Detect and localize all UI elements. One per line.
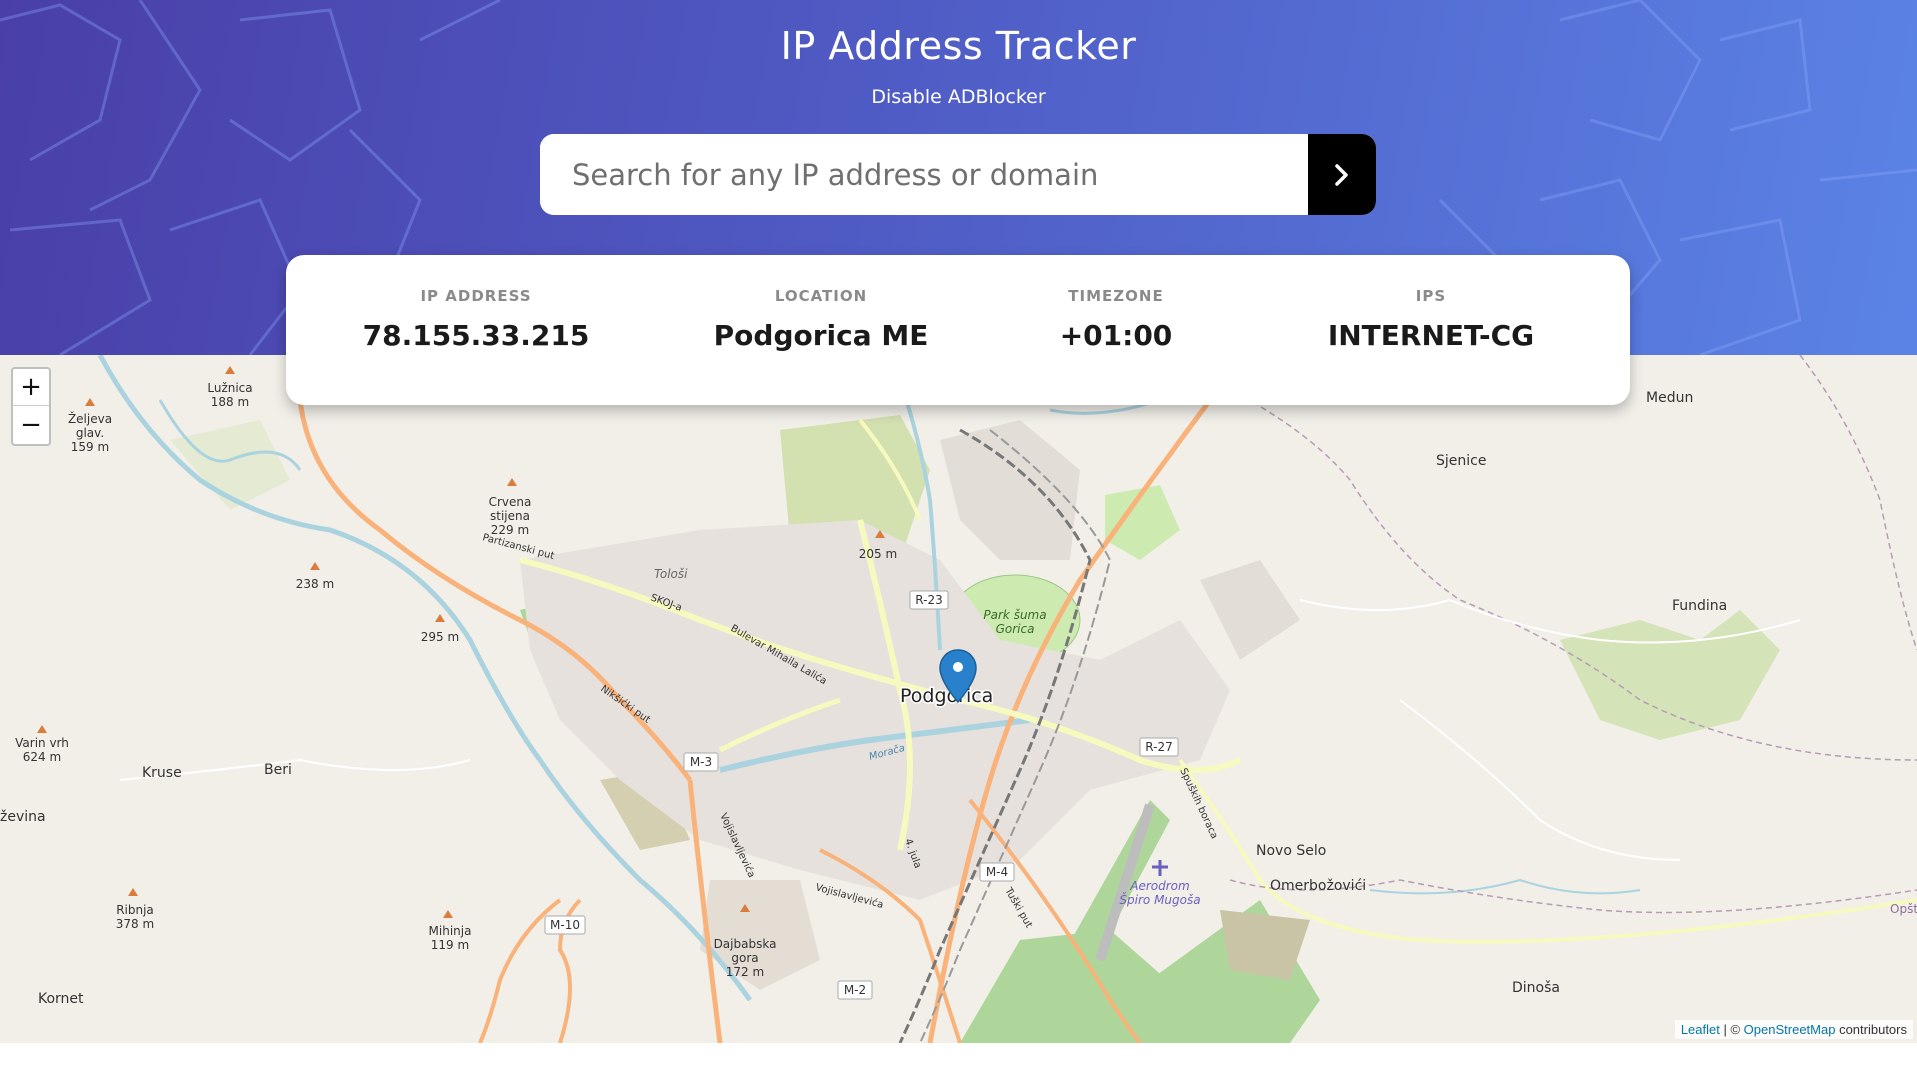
svg-text:238 m: 238 m: [296, 577, 334, 591]
label-zevina: ževina: [0, 809, 46, 825]
leaflet-link[interactable]: Leaflet: [1681, 1022, 1720, 1037]
zoom-controls: + −: [11, 367, 51, 446]
shield-m4: M-4: [986, 865, 1008, 879]
location-value: Podgorica ME: [713, 319, 929, 352]
label-fundina: Fundina: [1672, 598, 1727, 614]
label-airport: Aerodrom: [1129, 879, 1189, 893]
label-omerbozovici: Omerbožovići: [1270, 878, 1366, 894]
attribution-suffix: contributors: [1835, 1022, 1907, 1037]
label-podgorica: Podgorica: [900, 685, 993, 707]
svg-text:stijena: stijena: [490, 509, 530, 523]
svg-text:Ribnja: Ribnja: [116, 903, 154, 917]
isp-block: IPS INTERNET-CG: [1286, 287, 1576, 352]
label-kornet: Kornet: [38, 991, 84, 1007]
label-opstina: Opštin: [1890, 902, 1917, 916]
svg-text:Varin vrh: Varin vrh: [15, 736, 69, 750]
ip-address-block: IP ADDRESS 78.155.33.215: [326, 287, 626, 352]
label-novo-selo: Novo Selo: [1256, 843, 1326, 859]
svg-text:Gorica: Gorica: [996, 622, 1035, 636]
shield-m2: M-2: [844, 983, 866, 997]
svg-text:glav.: glav.: [76, 426, 104, 440]
svg-text:172 m: 172 m: [726, 965, 764, 979]
label-tolosi: Tološi: [654, 567, 688, 581]
timezone-block: TIMEZONE +01:00: [991, 287, 1241, 352]
search-form: [540, 134, 1376, 215]
svg-text:Špiro Mugoša: Špiro Mugoša: [1119, 892, 1200, 907]
location-label: LOCATION: [774, 287, 868, 305]
shield-m10: M-10: [550, 918, 580, 932]
svg-text:159 m: 159 m: [71, 440, 109, 454]
map-tiles: R-23 R-27 M-3 M-4 M-10 M-2 Medun Sjenice…: [0, 355, 1917, 1043]
svg-text:gora: gora: [731, 951, 758, 965]
map-view[interactable]: R-23 R-27 M-3 M-4 M-10 M-2 Medun Sjenice…: [0, 355, 1917, 1043]
shield-m3: M-3: [690, 755, 712, 769]
page-title: IP Address Tracker: [780, 24, 1137, 68]
isp-value: INTERNET-CG: [1327, 319, 1535, 352]
svg-text:Mihinja: Mihinja: [429, 924, 472, 938]
openstreetmap-link[interactable]: OpenStreetMap: [1744, 1022, 1836, 1037]
zoom-in-button[interactable]: +: [13, 369, 49, 406]
map-attribution: Leaflet | © OpenStreetMap contributors: [1674, 1020, 1913, 1039]
search-submit-button[interactable]: [1308, 134, 1376, 215]
attribution-separator: | ©: [1719, 1022, 1744, 1037]
timezone-label: TIMEZONE: [1068, 287, 1164, 305]
label-kruse: Kruse: [142, 765, 182, 781]
svg-text:205 m: 205 m: [859, 547, 897, 561]
page-subtitle: Disable ADBlocker: [871, 86, 1046, 108]
ip-address-value: 78.155.33.215: [362, 319, 590, 352]
label-sjenice: Sjenice: [1436, 453, 1486, 469]
svg-text:Željeva: Željeva: [68, 411, 112, 426]
shield-r23: R-23: [915, 593, 942, 607]
ip-address-label: IP ADDRESS: [420, 287, 532, 305]
label-medun: Medun: [1646, 390, 1693, 406]
zoom-out-button[interactable]: −: [13, 406, 49, 443]
svg-text:Dajbabska: Dajbabska: [714, 937, 777, 951]
chevron-right-icon: [1335, 163, 1348, 186]
svg-text:Lužnica: Lužnica: [207, 381, 252, 395]
search-input[interactable]: [540, 134, 1308, 215]
label-beri: Beri: [264, 762, 292, 778]
shield-r27: R-27: [1145, 740, 1172, 754]
svg-text:378 m: 378 m: [116, 917, 154, 931]
timezone-value: +01:00: [1059, 319, 1173, 352]
svg-text:188 m: 188 m: [211, 395, 249, 409]
svg-text:624 m: 624 m: [23, 750, 61, 764]
svg-text:Crvena: Crvena: [489, 495, 532, 509]
label-dinosa: Dinoša: [1512, 980, 1560, 996]
ip-info-card: IP ADDRESS 78.155.33.215 LOCATION Podgor…: [286, 255, 1630, 405]
label-park-suma: Park šuma: [983, 608, 1046, 622]
svg-text:295 m: 295 m: [421, 630, 459, 644]
location-block: LOCATION Podgorica ME: [671, 287, 971, 352]
isp-label: IPS: [1415, 287, 1447, 305]
svg-text:119 m: 119 m: [431, 938, 469, 952]
